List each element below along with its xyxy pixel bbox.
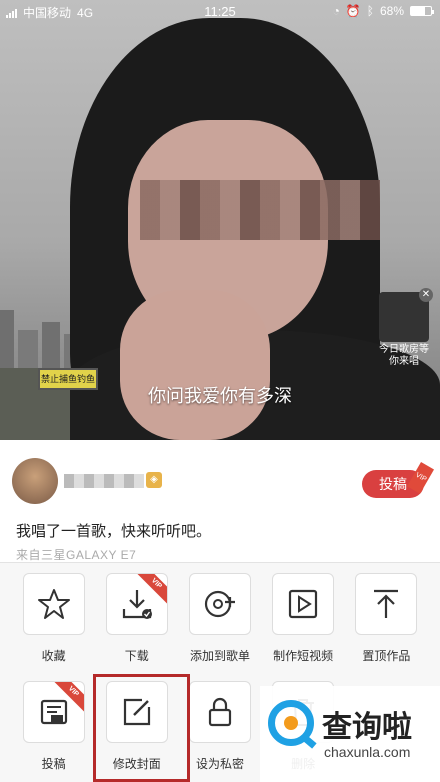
pin-top-icon bbox=[374, 589, 399, 618]
action-label: 制作短视频 bbox=[273, 649, 334, 663]
watermark-logo: 查询啦 chaxunla.com bbox=[260, 686, 440, 782]
post-source: 来自三星GALAXY E7 bbox=[16, 548, 137, 562]
action-make-short-video[interactable]: 制作短视频 bbox=[268, 573, 338, 664]
star-icon bbox=[37, 589, 70, 619]
post-info-panel: ◈ 投稿 VIP 我唱了一首歌，快来听听吧。 来自三星GALAXY E7 bbox=[0, 440, 440, 570]
action-label: 投稿 bbox=[41, 757, 66, 771]
username-blurred bbox=[64, 474, 144, 488]
pixelated-face-region bbox=[140, 180, 380, 240]
download-icon bbox=[122, 590, 152, 619]
avatar[interactable] bbox=[12, 458, 58, 504]
submit-button[interactable]: 投稿 VIP bbox=[362, 462, 434, 498]
lyric-subtitle: 你问我爱你有多深 bbox=[148, 386, 292, 406]
close-icon[interactable]: ✕ bbox=[419, 288, 433, 302]
action-pin-top[interactable]: 置顶作品 bbox=[351, 573, 421, 664]
song-room-promo[interactable]: ✕ 今日歌房等你来唱 bbox=[376, 288, 433, 368]
watermark-domain: chaxunla.com bbox=[324, 744, 411, 760]
highlight-box-edit-cover bbox=[93, 674, 190, 782]
action-add-to-playlist[interactable]: 添加到歌单 bbox=[185, 573, 255, 664]
action-set-private[interactable]: 设为私密 bbox=[185, 681, 255, 772]
rotation-lock-icon: ◔ bbox=[332, 4, 340, 18]
action-row-1: 收藏 VIP 下载 添加到歌单 制作短视频 置顶作品 bbox=[0, 573, 440, 664]
post-description: 我唱了一首歌，快来听听吧。 bbox=[16, 523, 212, 540]
watermark-title: 查询啦 bbox=[322, 710, 412, 745]
video-player[interactable]: 禁止捕鱼钓鱼 你问我爱你有多深 ✕ 今日歌房等你来唱 bbox=[0, 0, 440, 440]
submit-icon bbox=[40, 699, 67, 725]
action-favorite[interactable]: 收藏 bbox=[19, 573, 89, 664]
battery-percent: 68% bbox=[379, 4, 404, 18]
action-label: 下载 bbox=[124, 649, 149, 663]
action-label: 添加到歌单 bbox=[189, 649, 250, 663]
bluetooth-icon: ᛒ bbox=[366, 4, 374, 18]
lock-icon bbox=[208, 697, 232, 727]
action-label: 设为私密 bbox=[195, 757, 244, 771]
vip-badge: VIP bbox=[406, 462, 434, 494]
action-download[interactable]: VIP 下载 bbox=[102, 573, 172, 664]
action-submit[interactable]: VIP 投稿 bbox=[19, 681, 89, 772]
action-label: 收藏 bbox=[41, 649, 66, 663]
play-video-icon bbox=[289, 589, 318, 619]
promo-thumbnail: ✕ bbox=[379, 288, 433, 342]
status-bar: 中国移动 4G 11:25 ◔ ⏰ ᛒ 68% bbox=[0, 0, 440, 22]
alarm-icon: ⏰ bbox=[345, 4, 361, 18]
battery-icon bbox=[410, 6, 434, 16]
add-to-playlist-icon bbox=[204, 590, 235, 618]
promo-text: 今日歌房等你来唱 bbox=[379, 344, 429, 367]
action-label: 置顶作品 bbox=[362, 649, 411, 663]
level-badge-icon: ◈ bbox=[146, 472, 162, 488]
submit-button-label: 投稿 bbox=[379, 476, 407, 492]
person-hand bbox=[120, 290, 270, 440]
